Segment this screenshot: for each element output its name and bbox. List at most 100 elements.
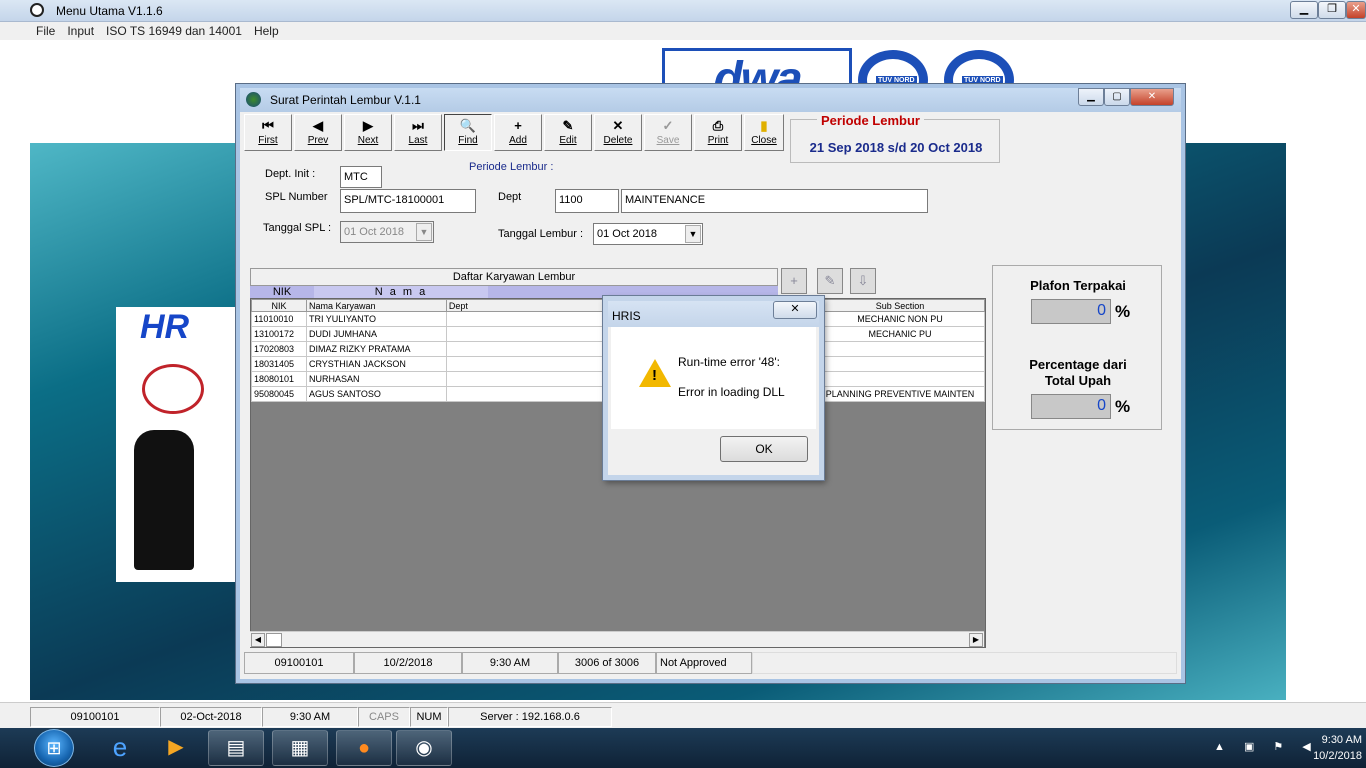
scroll-left-icon[interactable]: ◀: [251, 633, 265, 647]
mdi-right-strip: [1286, 40, 1366, 702]
menu-iso[interactable]: ISO TS 16949 dan 14001: [100, 22, 248, 38]
dialog-line-1: Run-time error '48':: [678, 355, 780, 369]
start-button[interactable]: ⊞: [34, 729, 74, 767]
status-approval: Not Approved: [656, 652, 752, 674]
close-form-button[interactable]: ▮ Close: [744, 114, 784, 151]
ie-icon[interactable]: e: [92, 730, 148, 766]
hris-app-icon[interactable]: ◉: [396, 730, 452, 766]
app-eye-icon: [30, 3, 44, 17]
edit-row-icon[interactable]: ✎: [817, 268, 843, 294]
cell-nama: DUDI JUMHANA: [305, 326, 447, 342]
dialog-title-bar: HRIS ✕: [608, 301, 819, 327]
chevron-down-icon[interactable]: ▼: [416, 223, 432, 241]
delete-button[interactable]: ✕ Delete: [594, 114, 642, 151]
cell-nik: 17020803: [251, 341, 307, 357]
tray-clock[interactable]: 9:30 AM 10/2/2018: [1313, 732, 1362, 764]
dialog-body: ! Run-time error '48': Error in loading …: [611, 327, 816, 429]
menu-bar: File Input ISO TS 16949 dan 14001 Help: [0, 22, 1366, 40]
main-status-date: 02-Oct-2018: [160, 707, 262, 727]
explorer-icon[interactable]: ▤: [208, 730, 264, 766]
delete-icon: ✕: [612, 118, 624, 133]
tray-icons[interactable]: ▲ ▣ ⚑ ◀: [1214, 740, 1319, 753]
tanggal-lembur-picker[interactable]: 01 Oct 2018 ▼: [593, 223, 703, 245]
status-record: 3006 of 3006: [558, 652, 656, 674]
grid-hscrollbar[interactable]: ◀ ▶: [250, 631, 984, 647]
main-status-bar: 09100101 02-Oct-2018 9:30 AM CAPS NUM Se…: [0, 702, 1366, 728]
pct-unit: %: [1115, 397, 1131, 416]
add-row-icon[interactable]: +: [781, 268, 807, 294]
dept-init-label: Dept. Init :: [265, 168, 316, 180]
plafon-unit: %: [1115, 302, 1131, 321]
dept-label: Dept: [498, 191, 522, 203]
print-button[interactable]: ⎙ Print: [694, 114, 742, 151]
col-nama[interactable]: Nama Karyawan: [305, 299, 447, 312]
media-player-icon[interactable]: ▶: [148, 730, 204, 766]
calculator-icon[interactable]: ▦: [272, 730, 328, 766]
tray-date: 10/2/2018: [1313, 750, 1362, 762]
cell-sub-section: [815, 371, 985, 387]
cell-nama: CRYSTHIAN JACKSON: [305, 356, 447, 372]
spl-number-label: SPL Number: [265, 191, 328, 203]
add-button[interactable]: + Add: [494, 114, 542, 151]
cell-sub-section: MECHANIC NON PU: [815, 311, 985, 327]
periode-lembur-box: Periode Lembur 21 Sep 2018 s/d 20 Oct 20…: [790, 113, 1000, 163]
spl-number-field[interactable]: SPL/MTC-18100001: [340, 189, 476, 213]
warning-mark-icon: !: [652, 367, 657, 384]
cell-sub-section: MECHANIC PU: [815, 326, 985, 342]
cell-nama: TRI YULIYANTO: [305, 311, 447, 327]
dialog-line-2: Error in loading DLL: [678, 385, 785, 399]
save-button[interactable]: ✓ Save: [644, 114, 692, 151]
close-button[interactable]: ✕: [1346, 1, 1366, 19]
add-icon: +: [514, 118, 522, 133]
menu-file[interactable]: File: [30, 22, 61, 38]
cell-nik: 13100172: [251, 326, 307, 342]
plafon-label: Plafon Terpakai: [1030, 278, 1126, 293]
nama-filter-header: N a m a: [314, 286, 488, 298]
hr-label: HR: [140, 308, 190, 346]
spl-maximize-button[interactable]: ▢: [1104, 88, 1130, 106]
dept-init-field[interactable]: MTC: [340, 166, 382, 188]
tanggal-lembur-label: Tanggal Lembur :: [498, 228, 583, 240]
menu-help[interactable]: Help: [248, 22, 285, 38]
find-button[interactable]: 🔍 Find: [444, 114, 492, 151]
prev-icon: ◀: [313, 118, 323, 133]
dept-code-field[interactable]: 1100: [555, 189, 619, 213]
last-icon: ⏭: [412, 118, 424, 133]
pct-label-2: Total Upah: [1044, 373, 1112, 388]
main-status-time: 9:30 AM: [262, 707, 358, 727]
pct-value: 0: [1031, 394, 1111, 419]
menu-input[interactable]: Input: [61, 22, 100, 38]
dept-name-field[interactable]: MAINTENANCE: [621, 189, 928, 213]
tanggal-spl-picker[interactable]: 01 Oct 2018 ▼: [340, 221, 434, 243]
dialog-title: HRIS: [612, 309, 641, 323]
save-icon: ✓: [662, 118, 674, 133]
spl-close-button[interactable]: ✕: [1130, 88, 1174, 106]
tray-time: 9:30 AM: [1321, 734, 1362, 746]
spl-minimize-button[interactable]: ▁: [1078, 88, 1104, 106]
first-button[interactable]: ⏮ First: [244, 114, 292, 151]
cell-sub-section: [815, 341, 985, 357]
minimize-button[interactable]: ▁: [1290, 1, 1318, 19]
restore-button[interactable]: ❐: [1318, 1, 1346, 19]
col-nik[interactable]: NIK: [251, 299, 307, 312]
chevron-down-icon[interactable]: ▼: [685, 225, 701, 243]
dialog-close-button[interactable]: ✕: [773, 301, 817, 319]
status-user: 09100101: [244, 652, 354, 674]
scroll-right-icon[interactable]: ▶: [969, 633, 983, 647]
scroll-thumb[interactable]: [266, 633, 282, 647]
main-status-user: 09100101: [30, 707, 160, 727]
find-icon: 🔍: [459, 118, 477, 133]
presenter-icon: [134, 430, 194, 570]
firefox-icon[interactable]: ●: [336, 730, 392, 766]
main-status-num: NUM: [410, 707, 448, 727]
next-button[interactable]: ▶ Next: [344, 114, 392, 151]
error-dialog: HRIS ✕ ! Run-time error '48': Error in l…: [603, 296, 824, 480]
col-sub-section[interactable]: Sub Section: [815, 299, 985, 312]
prev-button[interactable]: ◀ Prev: [294, 114, 342, 151]
ok-button[interactable]: OK: [720, 436, 808, 462]
main-status-caps: CAPS: [358, 707, 410, 727]
last-button[interactable]: ⏭ Last: [394, 114, 442, 151]
cell-nik: 18031405: [251, 356, 307, 372]
import-icon[interactable]: ⇩: [850, 268, 876, 294]
edit-button[interactable]: ✎ Edit: [544, 114, 592, 151]
